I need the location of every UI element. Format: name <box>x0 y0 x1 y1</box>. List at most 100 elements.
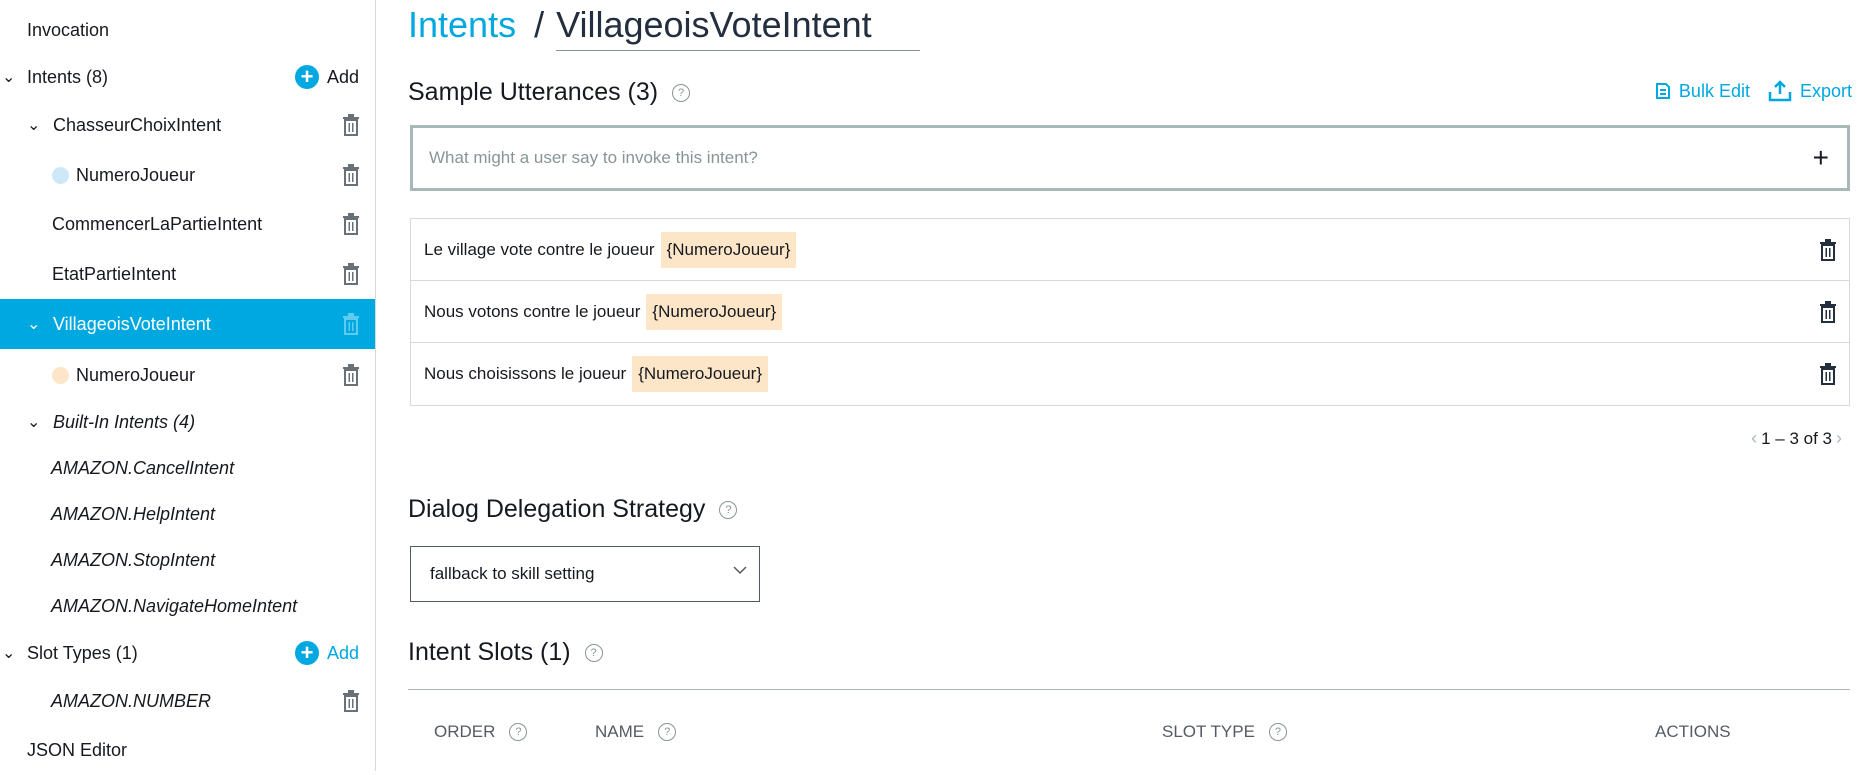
bulk-edit-label: Bulk Edit <box>1678 80 1750 101</box>
trash-icon[interactable] <box>342 263 360 285</box>
bulk-edit-button[interactable]: Bulk Edit <box>1655 80 1750 102</box>
sidebar-item-slot-numerojoueur[interactable]: NumeroJoueur <box>0 350 375 400</box>
sidebar-item-label: NumeroJoueur <box>76 364 196 385</box>
section-heading: Intent Slots (1) <box>408 638 571 666</box>
utterance-input[interactable] <box>427 147 1771 169</box>
help-icon[interactable]: ? <box>719 500 738 519</box>
slot-color-dot <box>52 166 69 184</box>
sidebar-slot-types-header[interactable]: ⌄ Slot Types (1) + Add <box>0 628 375 678</box>
divider <box>408 689 1850 690</box>
export-button[interactable]: Export <box>1768 80 1852 102</box>
sidebar-item-builtin[interactable]: AMAZON.CancelIntent <box>0 443 375 493</box>
chevron-left-icon[interactable]: ‹ <box>1751 428 1757 449</box>
pagination: ‹ 1 – 3 of 3 › <box>1751 428 1842 449</box>
trash-icon[interactable] <box>342 364 360 386</box>
dialog-delegation-title: Dialog Delegation Strategy ? <box>408 495 738 524</box>
sidebar-item-label: AMAZON.StopIntent <box>51 549 216 570</box>
chevron-down-icon[interactable]: ⌄ <box>27 115 40 135</box>
plus-circle-icon: + <box>295 641 319 665</box>
sidebar-item-label: EtatPartieIntent <box>52 263 177 284</box>
trash-icon[interactable] <box>1819 363 1837 385</box>
trash-icon[interactable] <box>342 313 360 335</box>
chevron-down-icon[interactable]: ⌄ <box>2 67 15 87</box>
plus-circle-icon: + <box>295 65 319 89</box>
column-header-label: SLOT TYPE <box>1162 722 1255 741</box>
sidebar-item-invocation[interactable]: Invocation <box>0 5 375 55</box>
pagination-text: 1 – 3 of 3 <box>1761 428 1832 448</box>
add-slot-type-button[interactable]: + Add <box>295 641 359 665</box>
utterance-row[interactable]: Le village vote contre le joueur {Numero… <box>411 219 1849 281</box>
add-label: Add <box>327 642 360 663</box>
sidebar-item-builtin[interactable]: AMAZON.NavigateHomeIntent <box>0 581 375 631</box>
chevron-down-icon[interactable]: ⌄ <box>27 412 40 432</box>
slot-chip[interactable]: {NumeroJoueur} <box>632 356 769 392</box>
slot-color-dot <box>52 366 69 384</box>
add-utterance-icon[interactable]: + <box>1813 142 1829 174</box>
dialog-delegation-select[interactable]: fallback to skill setting <box>410 546 760 602</box>
trash-icon[interactable] <box>342 213 360 235</box>
sidebar-intents-header[interactable]: ⌄ Intents (8) + Add <box>0 52 375 102</box>
sidebar-item-builtin[interactable]: AMAZON.HelpIntent <box>0 489 375 539</box>
column-header-actions: ACTIONS <box>1655 722 1731 742</box>
sidebar-builtin-header[interactable]: ⌄ Built-In Intents (4) <box>0 397 375 447</box>
export-label: Export <box>1799 80 1852 101</box>
column-header-order: ORDER ? <box>434 722 528 742</box>
column-header-label: NAME <box>595 722 645 741</box>
section-heading: Dialog Delegation Strategy <box>408 495 706 523</box>
add-intent-button[interactable]: + Add <box>295 65 359 89</box>
column-header-name: NAME ? <box>595 722 677 742</box>
column-header-slot-type: SLOT TYPE ? <box>1162 722 1287 742</box>
utterance-text: Nous votons contre le joueur <box>424 301 641 321</box>
sidebar-item-label: VillageoisVoteIntent <box>53 313 211 334</box>
utterance-row[interactable]: Nous votons contre le joueur {NumeroJoue… <box>411 281 1849 343</box>
slot-chip[interactable]: {NumeroJoueur} <box>646 293 783 330</box>
sidebar-item-slot-numerojoueur[interactable]: NumeroJoueur <box>0 150 375 200</box>
utterance-text: Nous choisissons le joueur <box>424 364 627 383</box>
sidebar-item-label: ChasseurChoixIntent <box>53 114 222 135</box>
sample-utterances-title: Sample Utterances (3) ? <box>408 78 691 107</box>
main-content: Intents / VillageoisVoteIntent Sample Ut… <box>376 0 1862 771</box>
column-header-label: ACTIONS <box>1655 722 1731 741</box>
sidebar-item-label: AMAZON.HelpIntent <box>51 503 216 524</box>
sidebar-item-commencerlapartieintent[interactable]: CommencerLaPartieIntent <box>0 199 375 249</box>
section-heading: Sample Utterances (3) <box>408 78 659 106</box>
help-icon[interactable]: ? <box>509 723 528 741</box>
sidebar-item-label: NumeroJoueur <box>76 164 196 185</box>
chevron-down-icon <box>733 566 747 575</box>
utterance-input-box: + <box>410 125 1850 191</box>
bulk-edit-icon <box>1655 83 1670 99</box>
trash-icon[interactable] <box>342 690 360 712</box>
utterance-actions: Bulk Edit Export <box>1655 80 1852 102</box>
help-icon[interactable]: ? <box>672 83 691 102</box>
sidebar-item-slot-type[interactable]: AMAZON.NUMBER <box>0 676 375 726</box>
intent-name-field[interactable]: VillageoisVoteIntent <box>556 4 921 51</box>
sidebar-item-label: Invocation <box>27 19 110 40</box>
column-header-label: ORDER <box>434 722 496 741</box>
export-icon <box>1768 80 1792 102</box>
trash-icon[interactable] <box>1819 238 1837 261</box>
help-icon[interactable]: ? <box>658 723 677 741</box>
sidebar-item-villageoisvoteintent[interactable]: ⌄ VillageoisVoteIntent <box>0 299 375 349</box>
breadcrumb: Intents / VillageoisVoteIntent <box>408 4 921 51</box>
chevron-right-icon[interactable]: › <box>1836 428 1842 449</box>
trash-icon[interactable] <box>342 164 360 186</box>
select-value: fallback to skill setting <box>430 564 595 583</box>
utterance-row[interactable]: Nous choisissons le joueur {NumeroJoueur… <box>411 343 1849 405</box>
sidebar-item-label: AMAZON.CancelIntent <box>51 457 235 478</box>
chevron-down-icon[interactable]: ⌄ <box>27 314 40 334</box>
sidebar-item-builtin[interactable]: AMAZON.StopIntent <box>0 535 375 585</box>
utterance-list: Le village vote contre le joueur {Numero… <box>410 218 1850 406</box>
sidebar-item-label: CommencerLaPartieIntent <box>52 213 263 234</box>
sidebar-item-label: AMAZON.NavigateHomeIntent <box>51 595 298 616</box>
sidebar-item-chasseurchoixintent[interactable]: ⌄ ChasseurChoixIntent <box>0 100 375 150</box>
sidebar-item-etatpartieintent[interactable]: EtatPartieIntent <box>0 249 375 299</box>
sidebar-item-json-editor[interactable]: JSON Editor <box>0 725 375 775</box>
help-icon[interactable]: ? <box>1268 723 1287 741</box>
slot-chip[interactable]: {NumeroJoueur} <box>660 231 797 268</box>
chevron-down-icon[interactable]: ⌄ <box>2 643 15 663</box>
sidebar: Invocation ⌄ Intents (8) + Add ⌄ Chasseu… <box>0 0 376 771</box>
help-icon[interactable]: ? <box>584 643 603 662</box>
breadcrumb-intents-link[interactable]: Intents <box>408 4 516 46</box>
trash-icon[interactable] <box>1819 300 1837 323</box>
trash-icon[interactable] <box>342 114 360 136</box>
